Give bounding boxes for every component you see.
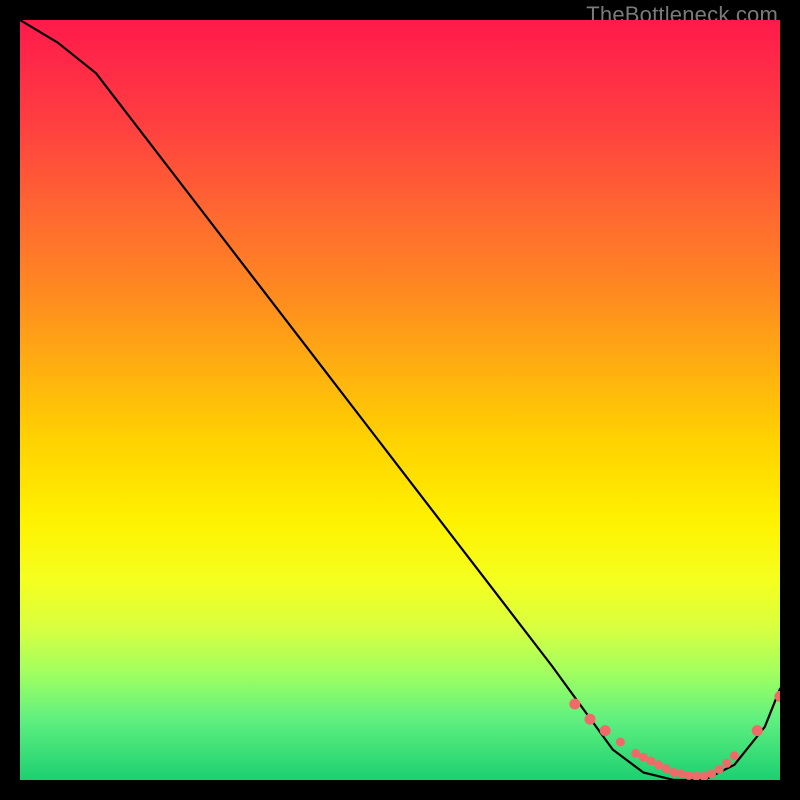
plot-area [20, 20, 780, 780]
marker-dot [616, 738, 625, 747]
marker-dot [677, 769, 686, 778]
marker-dot [715, 765, 724, 774]
marker-dot [646, 757, 655, 766]
marker-dot [752, 725, 763, 736]
marker-dot [569, 699, 580, 710]
marker-dot [730, 751, 739, 760]
marker-dot [600, 725, 611, 736]
marker-dot [669, 768, 678, 777]
bottleneck-curve [20, 20, 780, 780]
marker-dot [722, 759, 731, 768]
marker-dot [662, 764, 671, 773]
marker-dot [654, 760, 663, 769]
marker-dot [639, 753, 648, 762]
marker-dot [700, 772, 709, 780]
marker-dot [707, 769, 716, 778]
optimal-zone-markers [569, 691, 780, 780]
marker-dot [692, 772, 701, 780]
curve-layer [20, 20, 780, 780]
marker-dot [775, 691, 781, 702]
chart-stage: TheBottleneck.com [0, 0, 800, 800]
marker-dot [631, 749, 640, 758]
marker-dot [585, 714, 596, 725]
marker-dot [684, 771, 693, 780]
